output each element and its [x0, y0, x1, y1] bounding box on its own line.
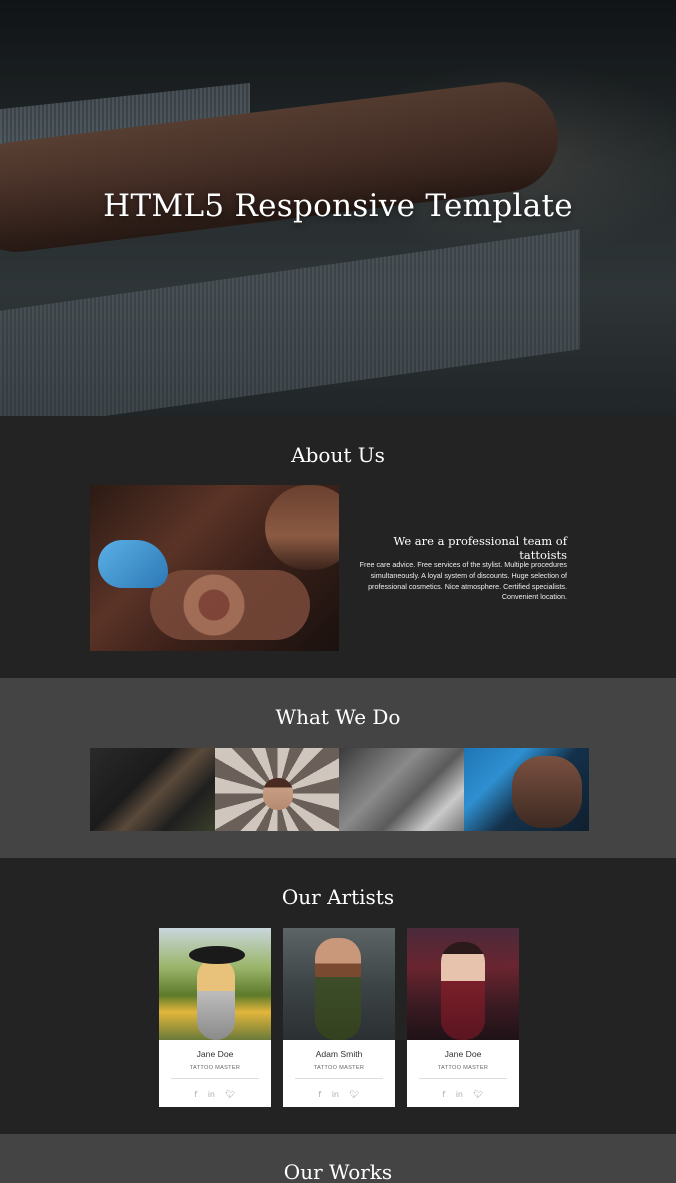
twitter-icon[interactable]: 🐦︎ — [473, 1090, 483, 1099]
twitter-icon[interactable]: 🐦︎ — [349, 1090, 359, 1099]
about-image — [90, 485, 339, 651]
what-we-do-title: What We Do — [275, 705, 401, 729]
about-section: About Us We are a professional team of t… — [0, 416, 676, 678]
service-image-4[interactable] — [464, 748, 589, 831]
artist-figure — [197, 958, 235, 1040]
what-we-do-section: What We Do — [0, 678, 676, 858]
tattooed-arm-shape — [150, 570, 310, 640]
works-section: Our Works — [0, 1134, 676, 1183]
artist-photo — [283, 928, 395, 1040]
artist-figure — [441, 942, 485, 1040]
artist-photo — [159, 928, 271, 1040]
linkedin-icon[interactable]: in — [332, 1090, 339, 1099]
service-image-1[interactable] — [90, 748, 215, 831]
artist-role: TATTOO MASTER — [313, 1065, 365, 1071]
works-title: Our Works — [283, 1160, 393, 1183]
linkedin-icon[interactable]: in — [208, 1090, 215, 1099]
service-image-2[interactable] — [215, 748, 340, 831]
face-shape — [263, 778, 293, 810]
artist-role: TATTOO MASTER — [437, 1065, 489, 1071]
service-image-3[interactable] — [339, 748, 464, 831]
linkedin-icon[interactable]: in — [456, 1090, 463, 1099]
divider — [295, 1078, 383, 1079]
divider — [419, 1078, 507, 1079]
blue-glove-shape — [98, 540, 168, 588]
twitter-icon[interactable]: 🐦︎ — [225, 1090, 235, 1099]
artist-card: Jane Doe TATTOO MASTER f in 🐦︎ — [159, 928, 271, 1107]
about-text: Free care advice. Free services of the s… — [359, 560, 567, 602]
facebook-icon[interactable]: f — [194, 1090, 197, 1099]
divider — [171, 1078, 259, 1079]
artist-name: Adam Smith — [315, 1049, 363, 1059]
artist-name: Jane Doe — [196, 1049, 234, 1059]
artist-role: TATTOO MASTER — [189, 1065, 241, 1071]
artist-card: Jane Doe TATTOO MASTER f in 🐦︎ — [407, 928, 519, 1107]
artist-figure — [315, 938, 361, 1040]
social-links: f in 🐦︎ — [159, 1084, 271, 1102]
artist-card: Adam Smith TATTOO MASTER f in 🐦︎ — [283, 928, 395, 1107]
social-links: f in 🐦︎ — [407, 1084, 519, 1102]
social-links: f in 🐦︎ — [283, 1084, 395, 1102]
hero-section: HTML5 Responsive Template — [0, 0, 676, 416]
hero-title: HTML5 Responsive Template — [103, 188, 573, 224]
hat-shape — [189, 946, 245, 964]
figure-shape — [512, 756, 582, 828]
about-heading: We are a professional team of tattoists — [393, 534, 567, 562]
artists-section: Our Artists Jane Doe TATTOO MASTER f in … — [0, 858, 676, 1134]
artist-photo — [407, 928, 519, 1040]
artist-head-shape — [265, 485, 339, 570]
artist-name: Jane Doe — [444, 1049, 482, 1059]
artists-title: Our Artists — [281, 885, 395, 909]
facebook-icon[interactable]: f — [442, 1090, 445, 1099]
about-title: About Us — [291, 443, 385, 467]
facebook-icon[interactable]: f — [318, 1090, 321, 1099]
